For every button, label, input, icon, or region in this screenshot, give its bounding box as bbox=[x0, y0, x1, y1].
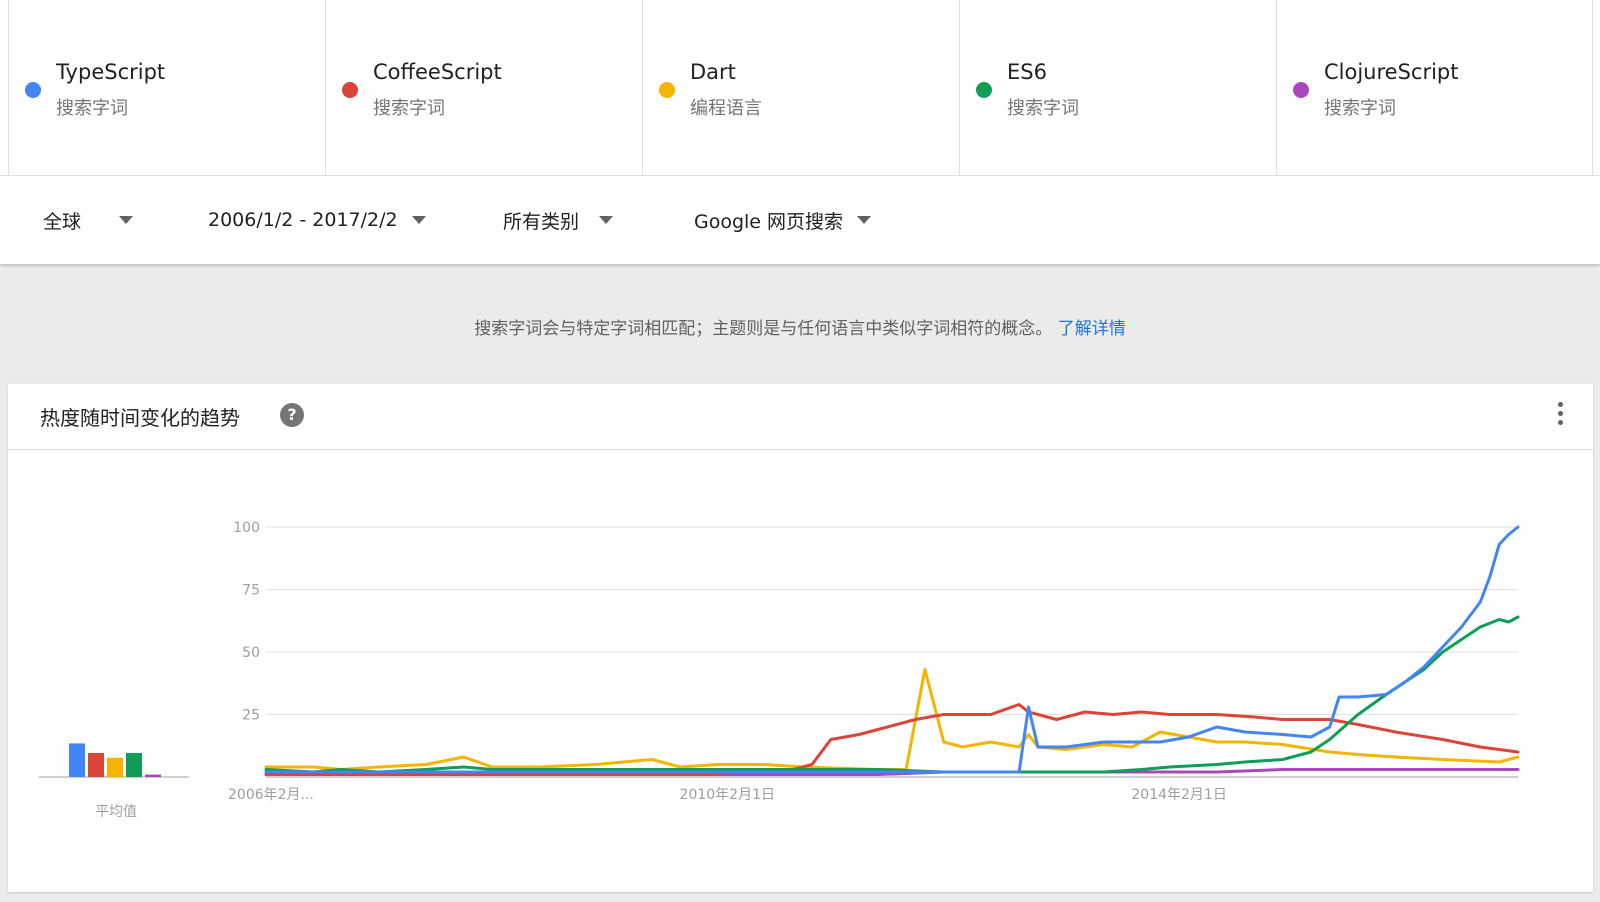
term-name: CoffeeScript bbox=[373, 60, 502, 84]
series-line-typescript bbox=[264, 525, 1520, 774]
term-type: 搜索字词 bbox=[1007, 98, 1079, 119]
info-text: 搜索字词会与特定字词相匹配；主题则是与任何语言中类似字词相符的概念。 bbox=[474, 319, 1053, 339]
date-range-dropdown[interactable]: 2006/1/2 - 2017/2/2 bbox=[208, 202, 426, 238]
chart-series bbox=[264, 525, 1520, 776]
term-name: Dart bbox=[690, 60, 736, 84]
average-label: 平均值 bbox=[95, 804, 137, 820]
term-name: TypeScript bbox=[56, 60, 166, 84]
comparison-terms-bar: TypeScript 搜索字词 CoffeeScript 搜索字词 Dart 编… bbox=[0, 0, 1600, 176]
filter-bar: 全球 2006/1/2 - 2017/2/2 所有类别 Google 网页搜索 bbox=[0, 176, 1600, 264]
series-color-dot-icon bbox=[976, 82, 992, 98]
x-axis-ticks: 2006年2月... 2010年2月1日 2014年2月1日 bbox=[228, 787, 1227, 803]
chevron-down-icon bbox=[119, 216, 134, 224]
series-color-dot-icon bbox=[1293, 82, 1309, 98]
category-dropdown[interactable]: 所有类别 bbox=[503, 202, 614, 238]
info-message: 搜索字词会与特定字词相匹配；主题则是与任何语言中类似字词相符的概念。 了解详情 bbox=[0, 314, 1600, 339]
search-type-label: Google 网页搜索 bbox=[694, 210, 844, 233]
series-color-dot-icon bbox=[342, 82, 358, 98]
term-type: 搜索字词 bbox=[56, 98, 128, 119]
region-dropdown[interactable]: 全球 bbox=[43, 202, 134, 238]
average-bars bbox=[39, 743, 189, 778]
chart-grid: 25 50 75 100 bbox=[233, 520, 1518, 778]
trend-chart: 平均值 25 50 75 100 2006年2月... 2010年2月1日 2014年2月… bbox=[39, 520, 1520, 820]
term-name: ES6 bbox=[1007, 60, 1047, 84]
date-range-label: 2006/1/2 - 2017/2/2 bbox=[208, 209, 398, 231]
average-bar-clojurescript bbox=[145, 774, 161, 777]
category-label: 所有类别 bbox=[503, 210, 580, 233]
x-tick-label: 2006年2月... bbox=[228, 787, 314, 803]
term-card-typescript[interactable]: TypeScript 搜索字词 bbox=[8, 0, 325, 175]
term-card-dart[interactable]: Dart 编程语言 bbox=[642, 0, 959, 175]
average-bar-dart bbox=[107, 757, 123, 777]
panel-header: 热度随时间变化的趋势 ? bbox=[8, 384, 1593, 450]
x-tick-label: 2010年2月1日 bbox=[680, 787, 775, 803]
y-tick-label: 25 bbox=[242, 708, 260, 724]
series-color-dot-icon bbox=[25, 82, 41, 98]
average-bar-typescript bbox=[69, 743, 85, 777]
term-card-es6[interactable]: ES6 搜索字词 bbox=[959, 0, 1276, 175]
chevron-down-icon bbox=[857, 216, 872, 224]
y-tick-label: 100 bbox=[233, 520, 260, 536]
average-bar-es6 bbox=[126, 753, 142, 777]
series-color-dot-icon bbox=[659, 82, 675, 98]
region-dropdown-label: 全球 bbox=[43, 210, 82, 233]
learn-more-link[interactable]: 了解详情 bbox=[1058, 319, 1126, 339]
panel-title: 热度随时间变化的趋势 bbox=[40, 406, 240, 430]
chevron-down-icon bbox=[599, 216, 614, 224]
term-type: 搜索字词 bbox=[373, 98, 445, 119]
interest-over-time-panel: 热度随时间变化的趋势 ? 平均值 25 50 75 100 2006年2月... 201… bbox=[8, 384, 1593, 892]
more-vert-icon[interactable] bbox=[1555, 402, 1565, 430]
term-card-coffeescript[interactable]: CoffeeScript 搜索字词 bbox=[325, 0, 642, 175]
series-line-es6 bbox=[264, 615, 1520, 774]
help-circle-icon[interactable]: ? bbox=[280, 403, 304, 427]
y-tick-label: 75 bbox=[242, 583, 260, 599]
x-tick-label: 2014年2月1日 bbox=[1131, 787, 1226, 803]
chevron-down-icon bbox=[411, 216, 426, 224]
average-bar-coffeescript bbox=[88, 753, 104, 777]
term-type: 搜索字词 bbox=[1324, 98, 1396, 119]
term-name: ClojureScript bbox=[1324, 60, 1459, 84]
term-type: 编程语言 bbox=[690, 98, 762, 119]
y-tick-label: 50 bbox=[242, 645, 260, 661]
term-card-clojurescript[interactable]: ClojureScript 搜索字词 bbox=[1276, 0, 1593, 175]
search-type-dropdown[interactable]: Google 网页搜索 bbox=[694, 202, 872, 238]
